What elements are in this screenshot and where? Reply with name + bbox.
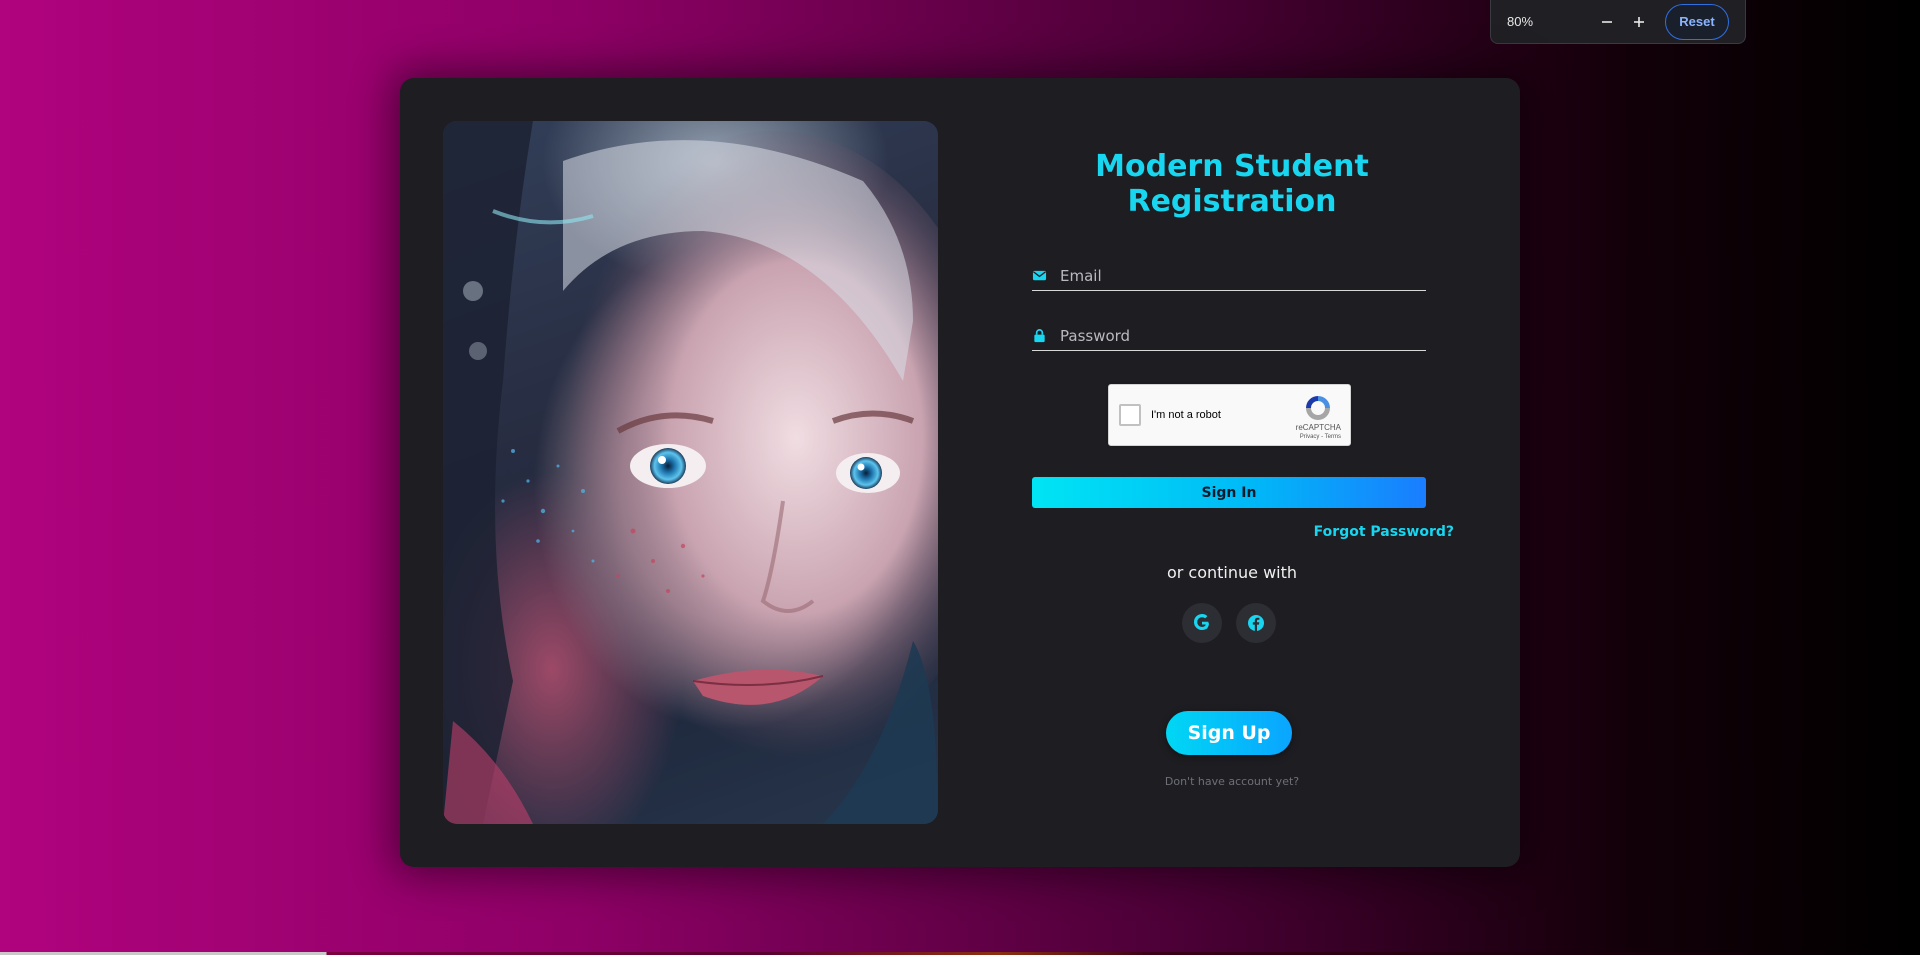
form-area: Modern Student Registration I'm not a ro… [1032,78,1454,867]
recaptcha-icon [1306,396,1330,420]
password-field-wrapper [1032,321,1426,351]
sign-in-button[interactable]: Sign In [1032,477,1426,508]
recaptcha-terms[interactable]: Privacy - Terms [1300,434,1341,440]
forgot-password-link[interactable]: Forgot Password? [1314,524,1454,540]
google-login-button[interactable] [1182,603,1222,643]
email-field-wrapper [1032,261,1426,291]
envelope-icon [1032,268,1048,284]
plus-icon [1634,16,1644,27]
registration-card: Modern Student Registration I'm not a ro… [400,78,1520,867]
sign-up-button[interactable]: Sign Up [1166,711,1292,755]
facebook-icon [1248,615,1264,631]
facebook-login-button[interactable] [1236,603,1276,643]
zoom-level: 80% [1507,14,1534,29]
zoom-in-button[interactable] [1625,8,1653,36]
no-account-text: Don't have account yet? [1164,775,1300,788]
portrait-image [443,121,938,824]
page-title: Modern Student Registration [1095,149,1369,219]
recaptcha-brand: reCAPTCHA [1295,423,1341,432]
lock-icon [1032,328,1048,344]
zoom-out-button[interactable] [1593,8,1621,36]
minus-icon [1602,20,1612,23]
or-continue-label: or continue with [1166,563,1298,582]
portrait-illustration [443,121,938,824]
recaptcha-checkbox[interactable] [1119,404,1141,426]
recaptcha-widget: I'm not a robot reCAPTCHA Privacy - Term… [1108,384,1351,446]
password-field[interactable] [1060,326,1426,345]
email-field[interactable] [1060,266,1426,285]
google-icon [1194,614,1209,630]
reset-zoom-button[interactable]: Reset [1665,3,1729,40]
recaptcha-label: I'm not a robot [1151,409,1221,421]
zoom-bar: 80% Reset [1490,0,1746,44]
